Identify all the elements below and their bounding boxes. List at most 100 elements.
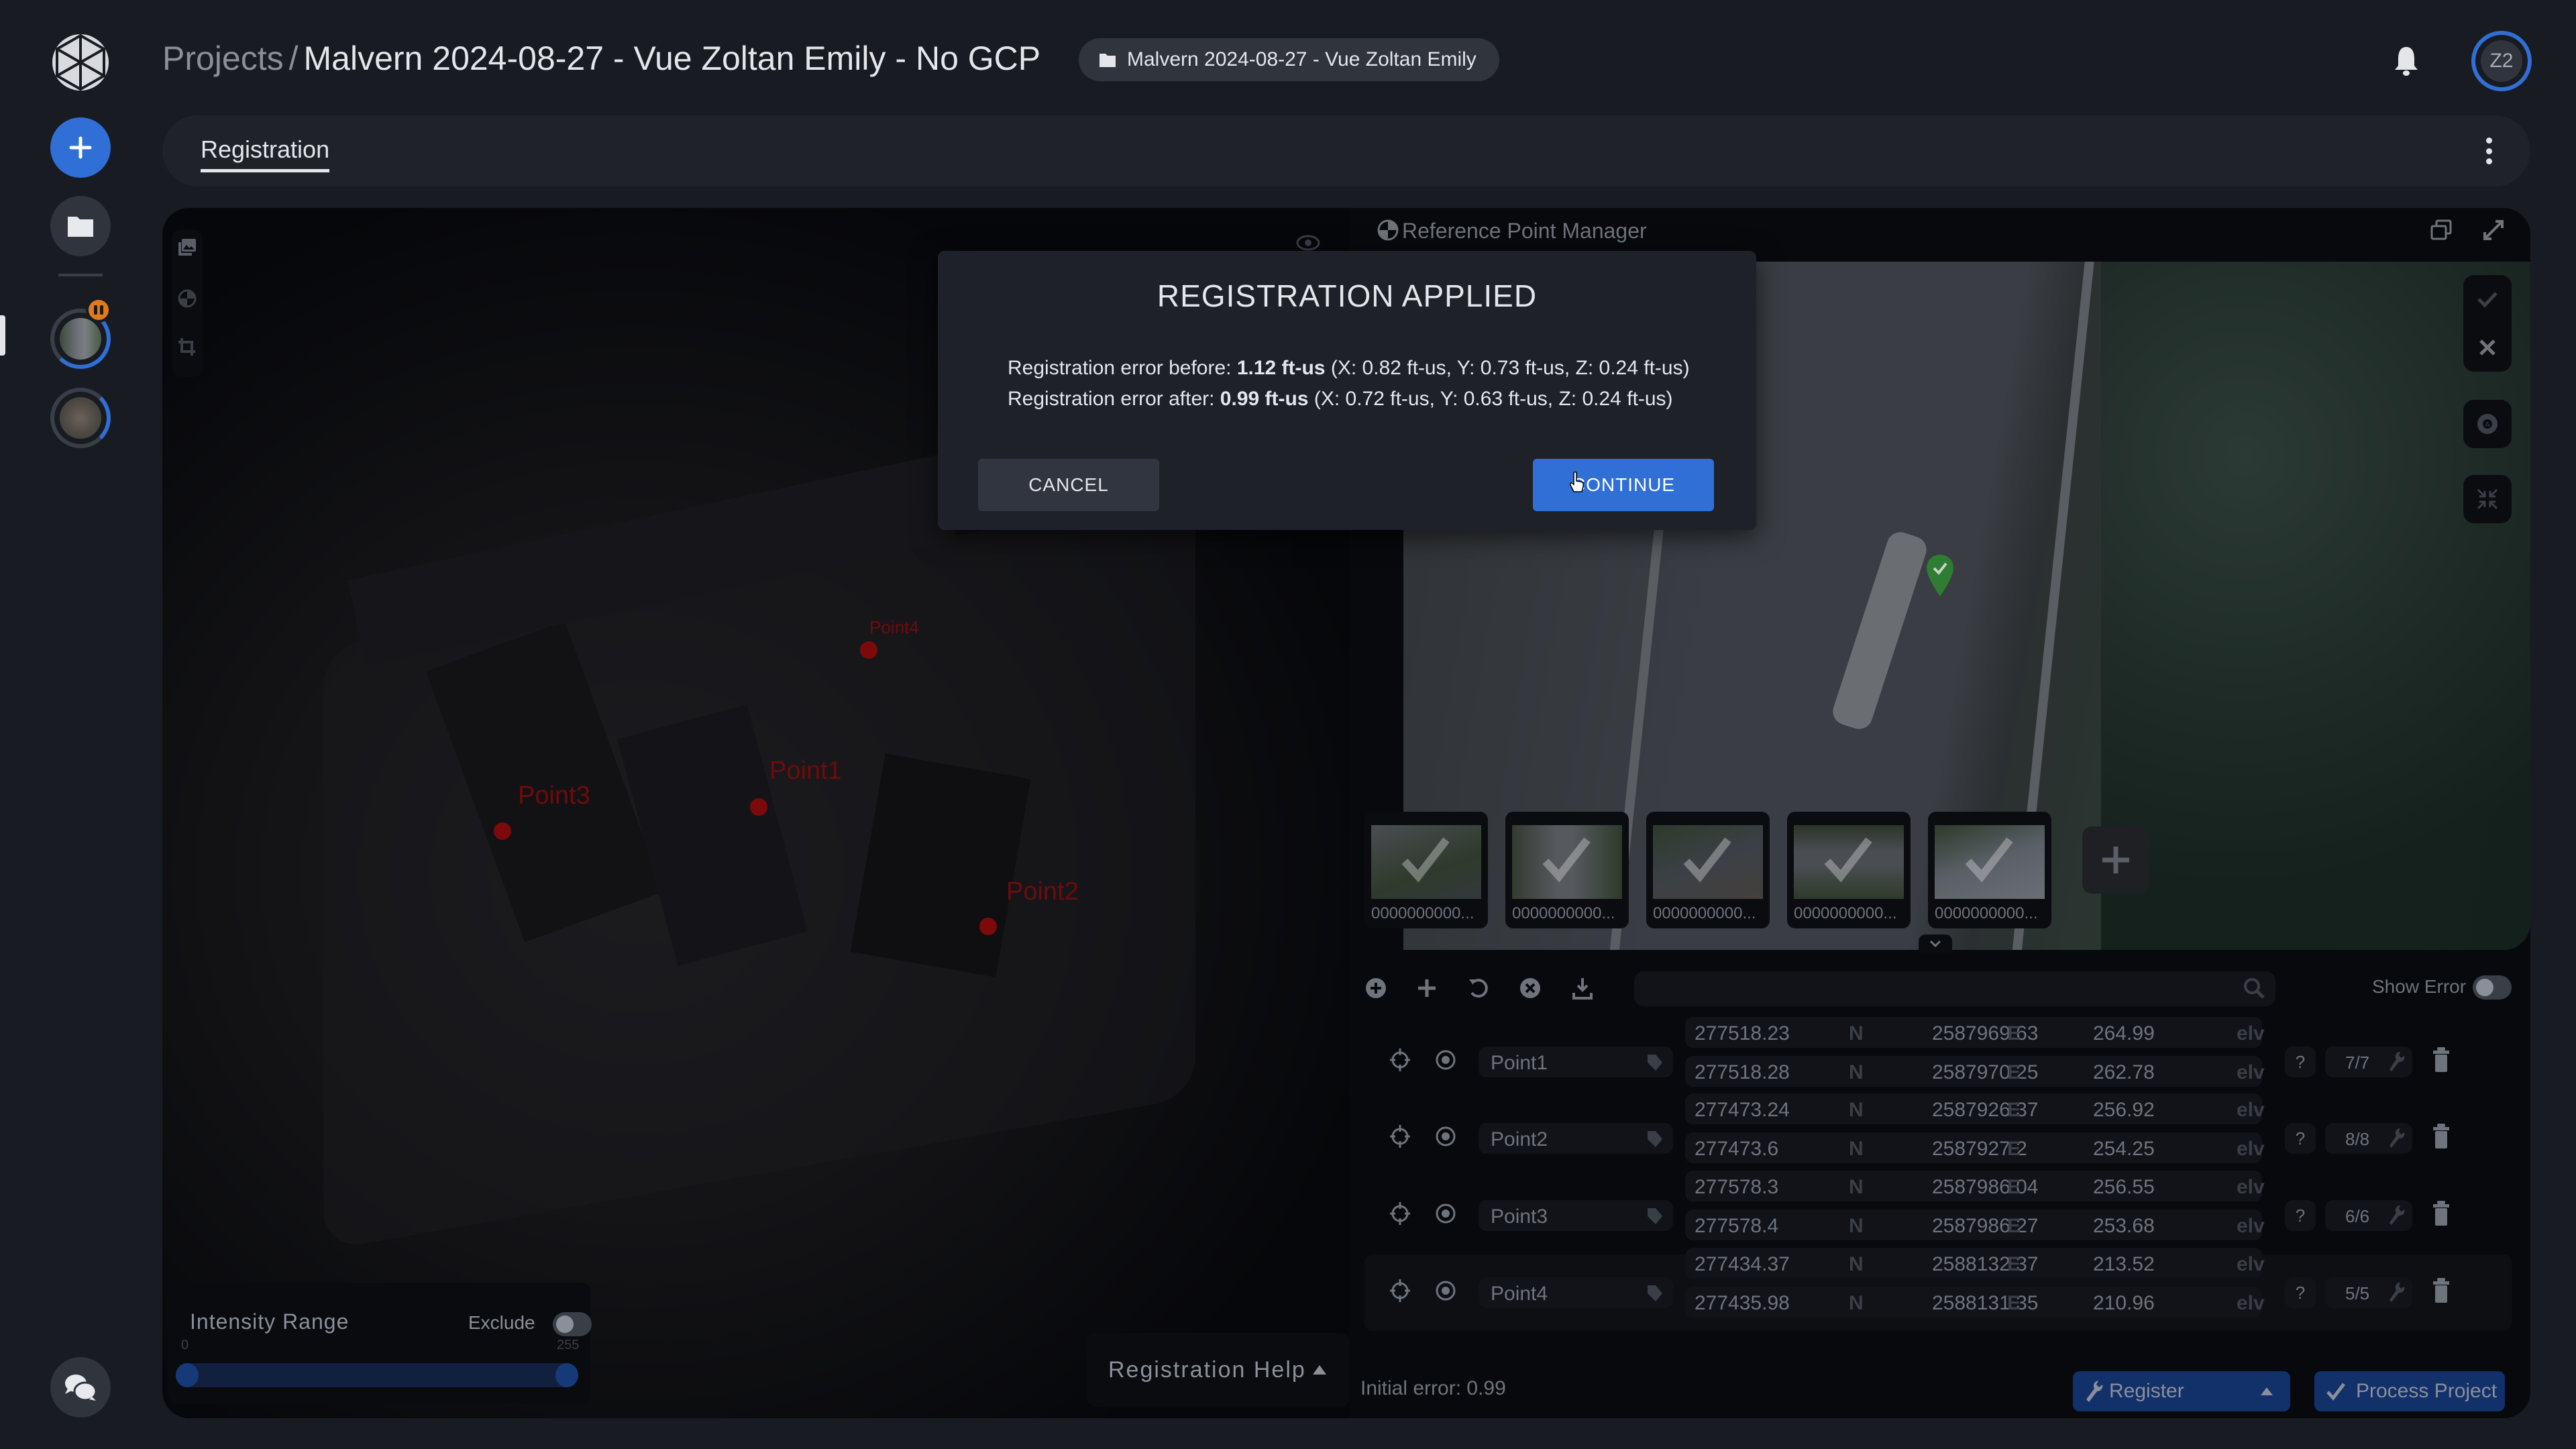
help-button[interactable]: ? xyxy=(2285,1046,2316,1077)
target-view-icon[interactable] xyxy=(1434,1200,1457,1227)
restore-window-icon[interactable] xyxy=(2430,219,2453,241)
point-marker[interactable] xyxy=(750,798,767,816)
coordinate-row[interactable]: 277473.6 N 2587927.2 E 254.25 elv xyxy=(1685,1132,2265,1163)
wrench-icon[interactable] xyxy=(2387,1204,2406,1227)
user-avatar[interactable]: Z2 xyxy=(2471,31,2532,91)
help-button[interactable]: ? xyxy=(2285,1200,2316,1231)
observation-count[interactable]: 8/8 xyxy=(2325,1123,2412,1154)
range-handle-high[interactable] xyxy=(555,1363,578,1387)
coordinate-cell: elv xyxy=(2237,1292,2265,1314)
continue-button[interactable]: CONTINUE xyxy=(1533,459,1714,511)
coordinate-row[interactable]: 277435.98 N 2588131.35 E 210.96 elv xyxy=(1685,1287,2265,1318)
crosshair-icon[interactable] xyxy=(1389,1123,1411,1150)
image-gallery-icon[interactable] xyxy=(177,237,197,258)
coordinate-row[interactable]: 277518.28 N 2587970.25 E 262.78 elv xyxy=(1685,1056,2265,1087)
help-button[interactable]: ? xyxy=(2285,1123,2316,1154)
download-icon[interactable] xyxy=(1571,977,1594,1000)
tag-icon[interactable] xyxy=(1645,1283,1665,1303)
point-row[interactable]: Point4 277434.37 N 2588132.37 E 213.52 elv 2774… xyxy=(1364,1248,2512,1331)
clear-circle-x-icon[interactable] xyxy=(1519,977,1542,1000)
point-name-field[interactable]: Point4 xyxy=(1479,1277,1673,1308)
tag-icon[interactable] xyxy=(1645,1205,1665,1226)
point-marker[interactable] xyxy=(860,641,877,659)
add-button[interactable] xyxy=(50,117,111,178)
point-row[interactable]: Point1 277518.23 N 2587969.63 E 264.99 elv 2775… xyxy=(1364,1017,2512,1100)
caret-up-icon[interactable] xyxy=(2261,1387,2273,1395)
coordinate-row[interactable]: 277434.37 N 2588132.37 E 213.52 elv xyxy=(1685,1248,2265,1279)
reject-x-icon[interactable] xyxy=(2475,335,2500,360)
point-name-field[interactable]: Point2 xyxy=(1479,1123,1673,1154)
folder-chip[interactable]: Malvern 2024-08-27 - Vue Zoltan Emily xyxy=(1079,38,1499,81)
shrink-button[interactable] xyxy=(2463,475,2512,523)
point-row[interactable]: Point3 277578.3 N 2587986.04 E 256.55 elv 27757… xyxy=(1364,1171,2512,1254)
coordinate-cell: 277435.98 xyxy=(1695,1292,1790,1314)
show-error-toggle[interactable] xyxy=(2473,975,2512,1000)
tag-icon[interactable] xyxy=(1645,1052,1665,1072)
point-marker[interactable] xyxy=(494,822,511,840)
map-pin-check-icon[interactable] xyxy=(1925,553,1955,598)
notifications-bell-icon[interactable] xyxy=(2393,44,2420,78)
trash-icon[interactable] xyxy=(2431,1046,2451,1073)
point-name-field[interactable]: Point1 xyxy=(1479,1046,1673,1077)
registration-help-toggle[interactable]: Registration Help xyxy=(1087,1333,1350,1407)
register-button[interactable]: Register xyxy=(2073,1371,2290,1411)
thumbnail-card[interactable]: 0000000000... xyxy=(1646,812,1770,928)
coordinate-row[interactable]: 277578.3 N 2587986.04 E 256.55 elv xyxy=(1685,1171,2265,1201)
target-view-icon[interactable] xyxy=(1434,1123,1457,1150)
thumbnail-card[interactable]: 0000000000... xyxy=(1505,812,1629,928)
crosshair-icon[interactable] xyxy=(1389,1277,1411,1304)
intensity-range-slider[interactable] xyxy=(176,1363,578,1387)
check-icon[interactable] xyxy=(2475,287,2500,311)
expand-icon[interactable] xyxy=(2482,219,2505,241)
process-project-button[interactable]: Process Project xyxy=(2314,1371,2505,1411)
add-point-circle-icon[interactable] xyxy=(1364,977,1387,1000)
tab-registration[interactable]: Registration xyxy=(201,136,330,172)
logo-icon[interactable] xyxy=(50,32,111,93)
observation-count[interactable]: 5/5 xyxy=(2325,1277,2412,1308)
breadcrumb-projects-link[interactable]: Projects xyxy=(162,40,284,77)
trash-icon[interactable] xyxy=(2431,1200,2451,1227)
target-view-icon[interactable] xyxy=(1434,1277,1457,1304)
coordinate-row[interactable]: 277518.23 N 2587969.63 E 264.99 elv xyxy=(1685,1017,2265,1048)
coordinate-row[interactable]: 277578.4 N 2587986.27 E 253.68 elv xyxy=(1685,1210,2265,1240)
coordinate-row[interactable]: 277473.24 N 2587926.37 E 256.92 elv xyxy=(1685,1093,2265,1124)
chat-button[interactable] xyxy=(50,1357,111,1417)
crosshair-icon[interactable] xyxy=(1389,1046,1411,1073)
range-handle-low[interactable] xyxy=(176,1363,199,1387)
tag-icon[interactable] xyxy=(1645,1128,1665,1148)
add-photo-button[interactable] xyxy=(2082,826,2149,894)
exclude-toggle[interactable] xyxy=(553,1312,592,1336)
wrench-icon[interactable] xyxy=(2387,1281,2406,1304)
reference-target-icon[interactable] xyxy=(177,288,197,309)
plus-icon[interactable] xyxy=(1415,977,1438,1000)
point-label: Point4 xyxy=(869,617,919,637)
point-row[interactable]: Point2 277473.24 N 2587926.37 E 256.92 elv 2774… xyxy=(1364,1093,2512,1177)
wrench-icon[interactable] xyxy=(2387,1051,2406,1073)
point-name-field[interactable]: Point3 xyxy=(1479,1200,1673,1231)
project-thumb-2[interactable] xyxy=(50,388,111,448)
crop-icon[interactable] xyxy=(177,337,197,357)
point-marker[interactable] xyxy=(979,918,997,935)
thumbnail-card[interactable]: 0000000000... xyxy=(1787,812,1911,928)
wrench-icon[interactable] xyxy=(2387,1127,2406,1150)
collapse-thumbnails-button[interactable] xyxy=(1919,934,1952,953)
rail-divider xyxy=(58,274,103,276)
observation-count[interactable]: 7/7 xyxy=(2325,1046,2412,1077)
auto-target-button[interactable]: A xyxy=(2463,400,2512,448)
more-menu-icon[interactable] xyxy=(2482,138,2496,164)
undo-icon[interactable] xyxy=(1466,977,1489,1000)
crosshair-icon[interactable] xyxy=(1389,1200,1411,1227)
observation-count[interactable]: 6/6 xyxy=(2325,1200,2412,1231)
target-view-icon[interactable] xyxy=(1434,1046,1457,1073)
trash-icon[interactable] xyxy=(2431,1123,2451,1150)
projects-folder-button[interactable] xyxy=(50,196,111,256)
thumbnail-card[interactable]: 0000000000... xyxy=(1928,812,2051,928)
cancel-button[interactable]: CANCEL xyxy=(978,459,1159,511)
check-icon xyxy=(1683,837,1731,883)
folder-chip-label: Malvern 2024-08-27 - Vue Zoltan Emily xyxy=(1127,48,1477,70)
points-search-input[interactable] xyxy=(1634,971,2275,1006)
help-button[interactable]: ? xyxy=(2285,1277,2316,1308)
thumbnail-card[interactable]: 0000000000... xyxy=(1364,812,1488,928)
search-icon[interactable] xyxy=(2242,976,2266,1000)
trash-icon[interactable] xyxy=(2431,1277,2451,1304)
